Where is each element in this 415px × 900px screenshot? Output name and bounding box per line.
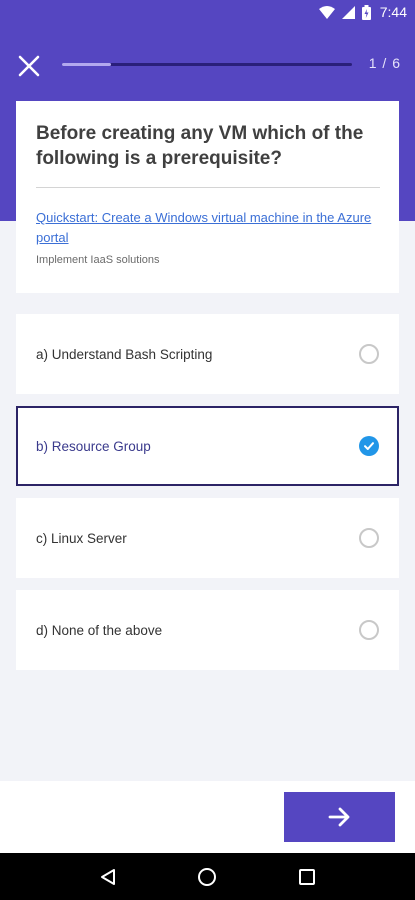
option-c[interactable]: c) Linux Server (16, 498, 399, 578)
close-button[interactable] (14, 51, 44, 81)
status-time: 7:44 (379, 4, 407, 20)
option-d[interactable]: d) None of the above (16, 590, 399, 670)
progress-label: 1 / 6 (368, 55, 401, 71)
next-button[interactable] (284, 792, 395, 842)
option-a[interactable]: a) Understand Bash Scripting (16, 314, 399, 394)
battery-icon (361, 4, 371, 20)
square-recents-icon (299, 868, 316, 885)
option-label: d) None of the above (36, 622, 163, 638)
system-nav-bar (0, 853, 415, 900)
nav-back-button[interactable] (90, 859, 126, 895)
option-label: c) Linux Server (36, 530, 127, 546)
option-b[interactable]: b) Resource Group (16, 406, 399, 486)
radio-unchecked-icon[interactable] (359, 344, 379, 364)
source-link[interactable]: Quickstart: Create a Windows virtual mac… (36, 208, 376, 248)
option-label: b) Resource Group (36, 438, 151, 454)
arrow-right-icon (328, 807, 349, 827)
signal-icon (341, 5, 355, 19)
radio-unchecked-icon[interactable] (359, 528, 379, 548)
nav-home-button[interactable] (189, 859, 225, 895)
divider (36, 187, 380, 188)
triangle-back-icon (100, 868, 115, 885)
circle-home-icon (198, 867, 217, 886)
topic-label: Implement IaaS solutions (36, 254, 160, 266)
question-text: Before creating any VM which of the foll… (36, 123, 364, 169)
wifi-icon (318, 5, 335, 19)
question-card: Before creating any VM which of the foll… (16, 101, 399, 293)
option-label: a) Understand Bash Scripting (36, 346, 213, 362)
radio-unchecked-icon[interactable] (359, 620, 379, 640)
bottom-bar (0, 781, 415, 853)
check-circle-icon[interactable] (359, 436, 379, 456)
progress-bar (62, 63, 352, 66)
nav-recents-button[interactable] (289, 859, 325, 895)
close-icon (18, 55, 40, 77)
progress-fill (62, 63, 112, 66)
status-bar: 7:44 (0, 0, 415, 24)
